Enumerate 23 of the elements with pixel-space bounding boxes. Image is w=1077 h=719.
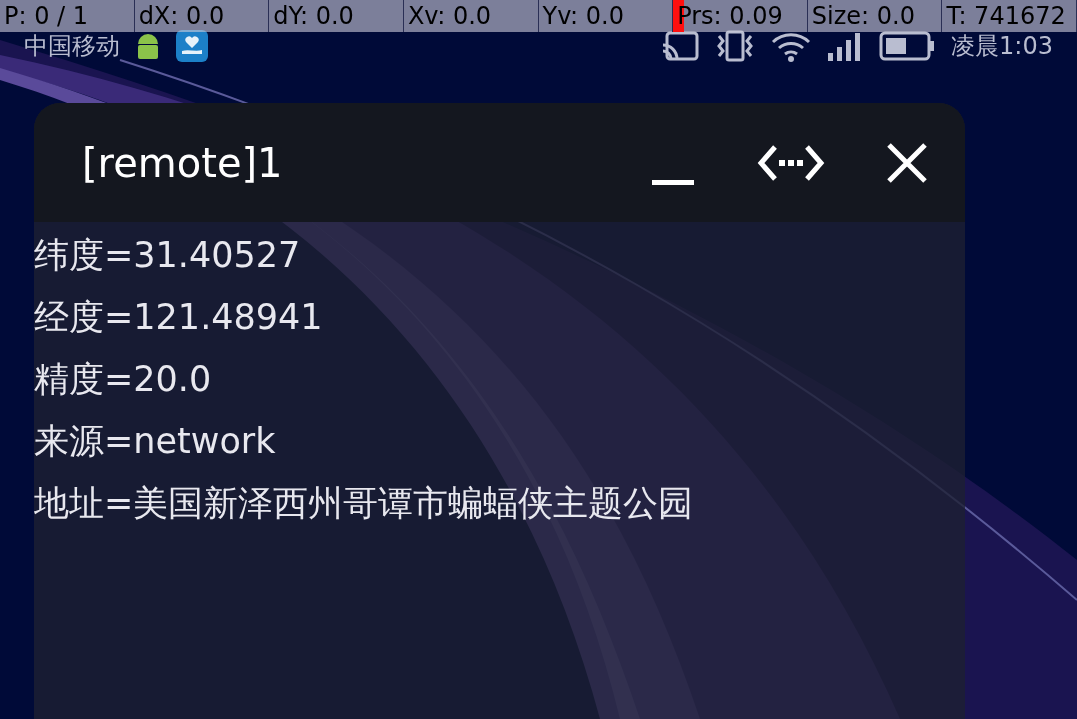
- wifi-icon: [771, 30, 812, 62]
- cast-icon: [661, 31, 700, 61]
- window-title: [remote]1: [82, 138, 284, 188]
- location-line: 地址=美国新泽西州哥谭市蝙蝠侠主题公园: [34, 482, 695, 525]
- vibrate-icon: [715, 30, 756, 62]
- location-line: 精度=20.0: [34, 358, 213, 401]
- pointer-readout: dX: 0.0: [137, 2, 225, 30]
- android-icon: [136, 32, 160, 60]
- pointer-readout: P: 0 / 1: [3, 2, 89, 30]
- carrier-name: 中国移动: [24, 32, 120, 60]
- heart-hand-icon: [176, 30, 208, 62]
- battery-icon: [879, 31, 936, 61]
- pointer-readout: T: 741672: [945, 2, 1066, 30]
- pointer-readout: dY: 0.0: [272, 2, 354, 30]
- close-button[interactable]: [885, 140, 929, 185]
- pointer-readout: Xv: 0.0: [406, 2, 492, 30]
- pointer-readout: Yv: 0.0: [541, 2, 624, 30]
- location-line: 经度=121.48941: [34, 296, 324, 339]
- location-line: 来源=network: [34, 420, 277, 463]
- clock: 凌晨1:03: [951, 32, 1053, 60]
- location-line: 纬度=31.40527: [34, 234, 302, 277]
- minimize-button[interactable]: [651, 179, 695, 186]
- pointer-readout: Size: 0.0: [810, 2, 915, 30]
